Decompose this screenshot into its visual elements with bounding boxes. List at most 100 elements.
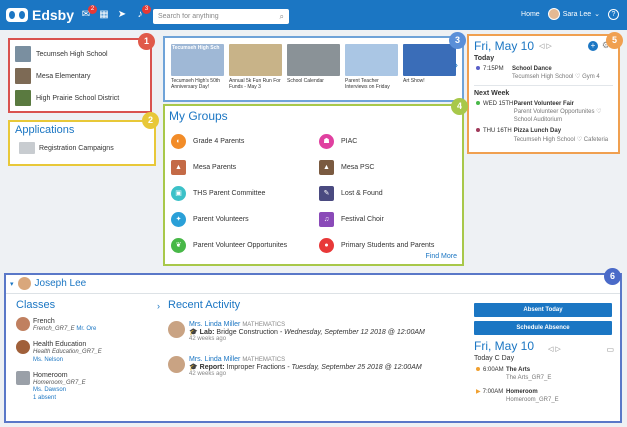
search-bar[interactable]: ⌕ bbox=[153, 9, 289, 24]
group-name: PIAC bbox=[341, 138, 358, 145]
class-item[interactable]: Homeroom Homeroom_GR7_E Ms. Dawson 1 abs… bbox=[16, 370, 160, 403]
event-title: Homeroom bbox=[506, 389, 538, 396]
search-icon[interactable]: ⌕ bbox=[280, 12, 284, 22]
today-label: Today bbox=[474, 55, 495, 62]
group-name: THS Parent Committee bbox=[193, 190, 266, 197]
activity-item[interactable]: Mrs. Linda Miller MATHEMATICS 🎓 Report: … bbox=[168, 356, 468, 377]
teacher-name[interactable]: Mrs. Linda Miller bbox=[189, 356, 240, 363]
event-time: 7:15PM bbox=[483, 66, 504, 72]
find-more-link[interactable]: Find More bbox=[425, 253, 457, 260]
schedule-event[interactable]: 6:00AM The Arts The Arts_GR7_E bbox=[474, 366, 614, 382]
group-item[interactable]: ☗ PIAC bbox=[319, 134, 357, 149]
help-icon[interactable]: ? bbox=[608, 8, 619, 20]
group-item[interactable]: ● Primary Students and Parents bbox=[319, 238, 434, 253]
class-item[interactable]: French French_GR7_E Mr. Ore bbox=[16, 317, 160, 334]
news-item[interactable]: Tecumseh High Sch Tecumseh High's 50th A… bbox=[171, 44, 226, 90]
my-groups-title: My Groups bbox=[169, 109, 228, 123]
edsby-logo[interactable]: Edsby bbox=[6, 7, 74, 23]
recent-activity-section: Recent Activity Mrs. Linda Miller MATHEM… bbox=[168, 299, 468, 377]
classes-title[interactable]: Classes bbox=[16, 299, 160, 311]
applications-panel: Applications Registration Campaigns bbox=[8, 120, 156, 166]
activity-desc: Improper Fractions bbox=[226, 364, 286, 371]
news-item[interactable]: Parent Teacher Interviews on Friday bbox=[345, 44, 400, 90]
school-name: High Prairie School District bbox=[36, 94, 120, 102]
student-name[interactable]: Joseph Lee bbox=[35, 278, 87, 289]
search-input[interactable] bbox=[158, 13, 268, 20]
calendar-event[interactable]: THU 16TH Pizza Lunch Day Tecumseh High Sc… bbox=[474, 127, 613, 143]
send-icon[interactable]: ➤ bbox=[116, 9, 128, 21]
group-item[interactable]: ▣ THS Parent Committee bbox=[171, 186, 265, 201]
event-time: 7:00AM bbox=[482, 389, 504, 396]
mail-icon[interactable]: ✉ 2 bbox=[80, 5, 97, 21]
news-image bbox=[403, 44, 456, 76]
chevron-right-icon[interactable]: › bbox=[157, 301, 160, 311]
teacher-link[interactable]: Ms. Dawson bbox=[33, 387, 86, 395]
group-icon: ✦ bbox=[171, 212, 186, 227]
user-name[interactable]: Sara Lee bbox=[563, 11, 591, 18]
school-thumbnail bbox=[15, 90, 31, 106]
notifications-icon[interactable]: ♪ 3 bbox=[134, 5, 151, 21]
calendar-event[interactable]: WED 15TH Parent Volunteer Fair Parent Vol… bbox=[474, 100, 613, 124]
collapse-caret-icon[interactable]: ▾ bbox=[10, 280, 14, 288]
today-cday-label: Today C Day bbox=[474, 355, 515, 362]
event-dot-icon bbox=[476, 101, 480, 106]
teacher-name[interactable]: Mrs. Linda Miller bbox=[189, 321, 240, 328]
news-item[interactable]: Art Show! bbox=[403, 44, 458, 84]
graduation-cap-icon: 🎓 bbox=[189, 329, 198, 336]
absent-today-button[interactable]: Absent Today bbox=[474, 303, 612, 317]
absent-count-link[interactable]: 1 absent bbox=[33, 395, 86, 403]
news-item[interactable]: School Calendar bbox=[287, 44, 342, 84]
calendar-icon[interactable]: ▭ bbox=[606, 345, 614, 354]
user-menu-caret-icon[interactable]: ⌄ bbox=[594, 10, 600, 18]
teacher-avatar bbox=[16, 317, 30, 331]
schedule-absence-button[interactable]: Schedule Absence bbox=[474, 321, 612, 335]
group-item[interactable]: ♫ Festival Choir bbox=[319, 212, 384, 227]
group-name: Mesa Parents bbox=[193, 164, 237, 171]
calendar-nav-arrows-icon[interactable]: ◁ ▷ bbox=[539, 42, 552, 50]
event-dot-icon bbox=[476, 128, 480, 133]
class-item[interactable]: Health Education Health Education_GR7_E … bbox=[16, 339, 160, 365]
calendar-icon[interactable]: ▦ bbox=[98, 9, 110, 21]
school-name: Tecumseh High School bbox=[36, 50, 108, 58]
student-header[interactable]: ▾ Joseph Lee bbox=[10, 277, 86, 290]
schedule-event[interactable]: ▶ 7:00AM Homeroom Homeroom_GR7_E bbox=[474, 388, 614, 404]
group-item[interactable]: ▲ Mesa PSC bbox=[319, 160, 374, 175]
student-panel: ▾ Joseph Lee Classes › French French_GR7… bbox=[4, 273, 622, 423]
news-caption: School Calendar bbox=[287, 78, 324, 84]
app-registration-campaigns[interactable]: Registration Campaigns bbox=[15, 142, 149, 154]
my-groups-panel: My Groups ◐ Grade 4 Parents ▲ Mesa Paren… bbox=[163, 104, 464, 266]
school-item[interactable]: Mesa Elementary bbox=[10, 65, 150, 87]
event-time: 6:00AM bbox=[483, 367, 504, 373]
teacher-avatar bbox=[168, 356, 185, 373]
callout-badge-3: 3 bbox=[449, 32, 466, 49]
graduation-cap-icon: 🎓 bbox=[189, 364, 198, 371]
event-dot-icon bbox=[476, 367, 480, 371]
group-name: Lost & Found bbox=[341, 190, 383, 197]
school-item[interactable]: Tecumseh High School bbox=[10, 43, 150, 65]
class-name: French bbox=[33, 318, 55, 325]
group-item[interactable]: ❦ Parent Volunteer Opportunites bbox=[171, 238, 287, 253]
group-item[interactable]: ▲ Mesa Parents bbox=[171, 160, 236, 175]
group-item[interactable]: ✦ Parent Volunteers bbox=[171, 212, 249, 227]
teacher-avatar bbox=[16, 339, 30, 354]
group-item[interactable]: ◐ Grade 4 Parents bbox=[171, 134, 244, 149]
news-item[interactable]: Annual 5k Fun Run For Funds - May 3 bbox=[229, 44, 284, 90]
school-item[interactable]: High Prairie School District bbox=[10, 87, 150, 109]
add-event-icon[interactable]: + bbox=[588, 41, 598, 51]
teacher-link[interactable]: Mr. Ore bbox=[76, 326, 96, 332]
group-icon: ▣ bbox=[171, 186, 186, 201]
news-panel: Tecumseh High Sch Tecumseh High's 50th A… bbox=[163, 36, 464, 102]
group-name: Parent Volunteer Opportunites bbox=[193, 242, 288, 249]
user-avatar[interactable] bbox=[547, 8, 560, 20]
next-week-label: Next Week bbox=[474, 90, 510, 98]
calendar-nav-arrows-icon[interactable]: ◁ ▷ bbox=[548, 345, 561, 353]
group-icon: ▲ bbox=[171, 160, 186, 175]
group-icon: ▲ bbox=[319, 160, 334, 175]
activity-item[interactable]: Mrs. Linda Miller MATHEMATICS 🎓 Lab: Bri… bbox=[168, 321, 468, 342]
teacher-link[interactable]: Ms. Nelson bbox=[33, 357, 102, 365]
group-icon: ✎ bbox=[319, 186, 334, 201]
news-next-arrow-icon[interactable]: › bbox=[455, 60, 458, 71]
group-item[interactable]: ✎ Lost & Found bbox=[319, 186, 383, 201]
home-link[interactable]: Home bbox=[521, 11, 540, 18]
calendar-event[interactable]: 7:15PM School Dance Tecumseh High School … bbox=[474, 65, 613, 81]
